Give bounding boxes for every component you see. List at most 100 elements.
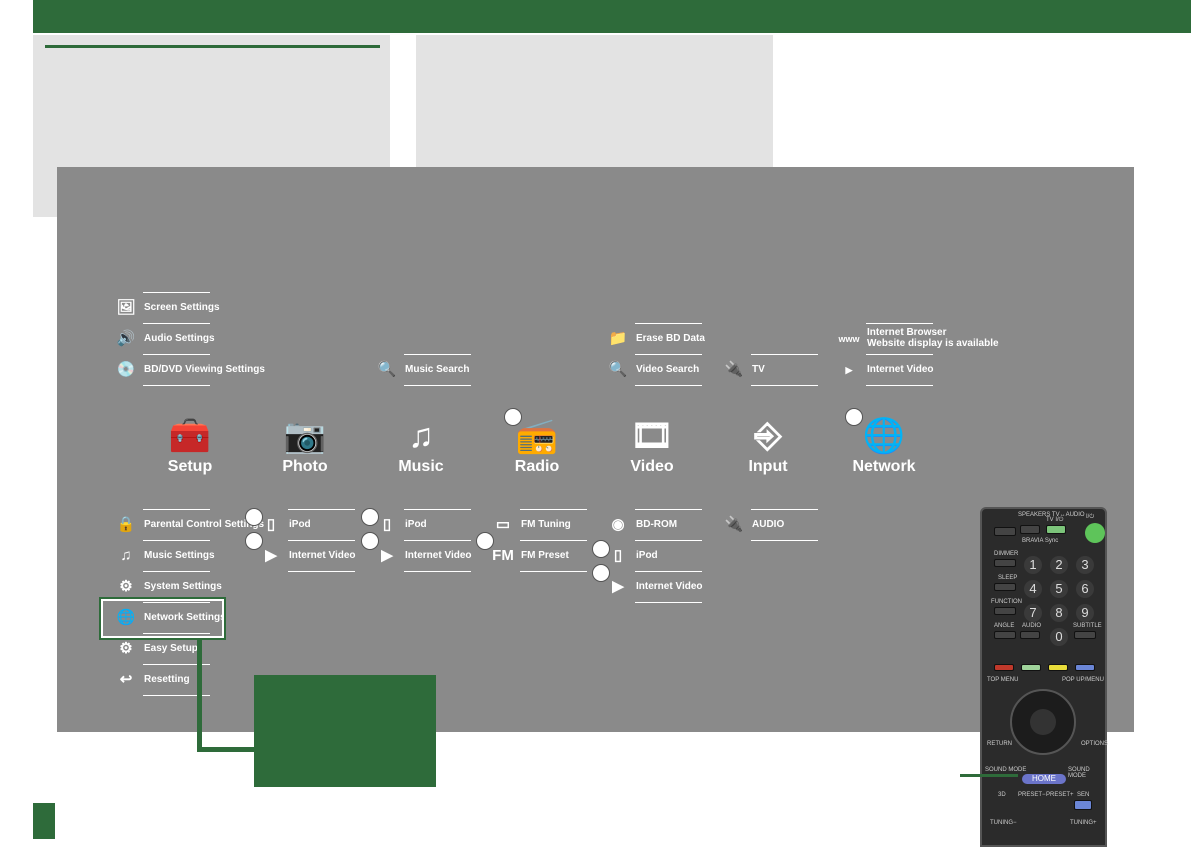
video-search-icon: 🔍 — [608, 361, 628, 378]
menu-item[interactable]: 🔒 Parental Control Settings — [115, 509, 264, 541]
menu-item[interactable]: FM FM Preset — [492, 540, 587, 572]
number-button-1[interactable]: 1 — [1024, 556, 1042, 574]
divider — [404, 509, 471, 510]
menu-item[interactable]: 🖼 Screen Settings — [115, 292, 220, 324]
category-video[interactable]: 🎞 Video — [602, 414, 702, 476]
divider — [635, 602, 702, 603]
category-music[interactable]: ♫ Music — [371, 414, 471, 476]
www-icon: www — [838, 334, 860, 344]
blue-button[interactable] — [1075, 664, 1095, 671]
category-photo[interactable]: 📷 Photo — [255, 414, 355, 476]
sen-label: SEN — [1077, 792, 1090, 798]
home-button[interactable]: HOME — [1022, 774, 1066, 784]
menu-item[interactable]: ▯ iPod — [607, 540, 702, 572]
category-label: Video — [630, 458, 674, 475]
menu-item[interactable]: 🔊 Audio Settings — [115, 323, 215, 355]
sen-button[interactable] — [1074, 800, 1092, 810]
internet-video-icon: ▶ — [845, 365, 853, 375]
divider — [520, 509, 587, 510]
red-button[interactable] — [994, 664, 1014, 671]
number-button-5[interactable]: 5 — [1050, 580, 1068, 598]
menu-item[interactable]: ▯ iPod — [376, 509, 471, 541]
menu-item[interactable]: 🔌 TV — [723, 354, 818, 386]
divider — [635, 385, 702, 386]
internet-video-icon: ▶ — [381, 547, 393, 564]
divider — [520, 571, 587, 572]
category-label: Photo — [282, 458, 328, 475]
menu-item-label: iPod — [289, 519, 311, 530]
divider — [751, 509, 818, 510]
ipod-icon: ▯ — [266, 516, 276, 533]
ipod-icon: ▯ — [382, 516, 392, 533]
menu-item[interactable]: ◉ BD-ROM — [607, 509, 702, 541]
menu-item[interactable]: 🔍 Music Search — [376, 354, 471, 386]
internet-video-icon: ▶ — [265, 547, 277, 564]
network-settings-highlight — [99, 597, 226, 640]
menu-item[interactable]: 🔍 Video Search — [607, 354, 702, 386]
menu-item[interactable]: ▶ Internet Video — [607, 571, 703, 603]
subtitle-button[interactable] — [1074, 631, 1096, 639]
number-button-3[interactable]: 3 — [1076, 556, 1094, 574]
number-button-2[interactable]: 2 — [1050, 556, 1068, 574]
marker-circle — [845, 408, 863, 426]
camera-icon: 📷 — [283, 417, 327, 455]
green-button[interactable] — [1021, 664, 1041, 671]
eject-button[interactable] — [994, 527, 1016, 536]
options-label: OPTIONS — [1081, 741, 1109, 747]
menu-item[interactable]: 💿 BD/DVD Viewing Settings — [115, 354, 265, 386]
number-button-9[interactable]: 9 — [1076, 604, 1094, 622]
marker-circle — [245, 532, 263, 550]
yellow-button[interactable] — [1048, 664, 1068, 671]
menu-item[interactable]: ▯ iPod — [260, 509, 355, 541]
number-button-4[interactable]: 4 — [1024, 580, 1042, 598]
menu-item[interactable]: www Internet Browser Website display is av… — [838, 323, 999, 355]
callout-box — [254, 675, 436, 787]
marker-circle — [476, 532, 494, 550]
angle-button[interactable] — [994, 631, 1016, 639]
number-button-0[interactable]: 0 — [1050, 628, 1068, 646]
menu-item[interactable]: 📁 Erase BD Data — [607, 323, 705, 355]
tuning-minus-label: TUNING− — [990, 820, 1017, 826]
power-button[interactable] — [1085, 523, 1105, 543]
marker-circle — [592, 564, 610, 582]
menu-item-label: iPod — [636, 550, 658, 561]
category-input[interactable]: ⎆ Input — [718, 414, 818, 476]
menu-item-label: TV — [752, 364, 765, 375]
category-radio[interactable]: 📻 Radio — [487, 414, 587, 476]
number-button-7[interactable]: 7 — [1024, 604, 1042, 622]
divider — [404, 385, 471, 386]
menu-item[interactable]: 🔌 AUDIO — [723, 509, 818, 541]
sound-mode-label: SOUND MODE — [985, 767, 1027, 773]
easy-setup-icon: ⚙ — [119, 640, 133, 657]
divider — [751, 354, 818, 355]
popup-menu-label: POP UP/MENU — [1062, 677, 1104, 683]
menu-item[interactable]: ↩ Resetting — [115, 664, 210, 696]
marker-circle — [361, 532, 379, 550]
marker-circle — [504, 408, 522, 426]
menu-item-label: Music Search — [405, 364, 470, 375]
home-arrow-icon — [960, 774, 1018, 777]
menu-item[interactable]: ▶ Internet Video — [260, 540, 356, 572]
menu-item[interactable]: ▭ FM Tuning — [492, 509, 587, 541]
sleep-button[interactable] — [994, 583, 1016, 591]
menu-item-sublabel: Website display is available — [867, 338, 999, 349]
enter-button[interactable] — [1030, 709, 1056, 735]
tv-power-button[interactable] — [1046, 525, 1066, 534]
category-setup[interactable]: 🧰 Setup — [140, 414, 240, 476]
divider — [143, 385, 210, 386]
function-button[interactable] — [994, 607, 1016, 615]
fm-tuning-icon: ▭ — [495, 516, 511, 533]
number-button-8[interactable]: 8 — [1050, 604, 1068, 622]
menu-item[interactable]: ▶ Internet Video — [376, 540, 472, 572]
menu-item[interactable]: ▶ Internet Video — [838, 354, 934, 386]
divider — [288, 571, 355, 572]
number-button-6[interactable]: 6 — [1076, 580, 1094, 598]
divider — [635, 323, 702, 324]
speakers-button[interactable] — [1020, 525, 1040, 534]
divider — [751, 385, 818, 386]
dimmer-button[interactable] — [994, 559, 1016, 567]
menu-item[interactable]: ♫ Music Settings — [115, 540, 215, 572]
category-label: Music — [398, 458, 444, 475]
3d-label: 3D — [998, 792, 1006, 798]
audio-button[interactable] — [1020, 631, 1040, 639]
